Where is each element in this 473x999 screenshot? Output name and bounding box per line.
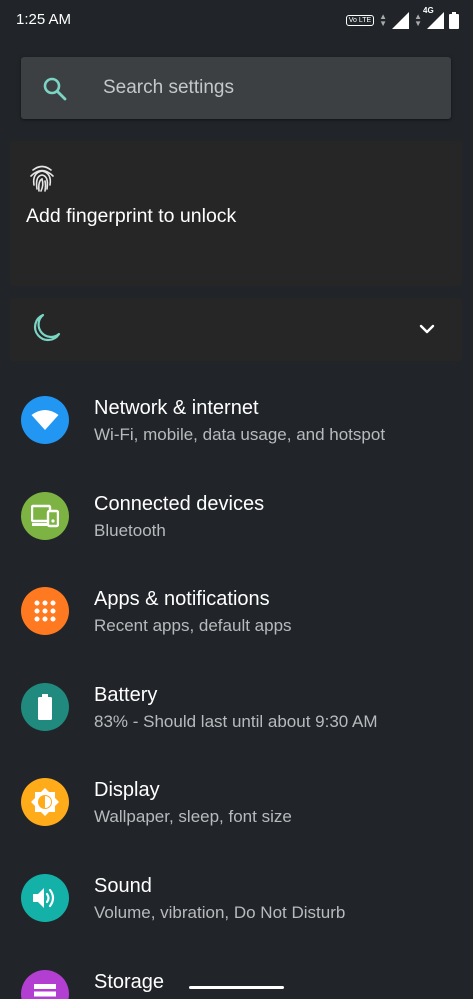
moon-icon <box>33 313 61 342</box>
settings-item-subtitle: Wallpaper, sleep, font size <box>94 807 292 827</box>
status-bar: 1:25 AM Vo LTE ▲ ▼ ▲ ▼ 4G <box>0 0 473 40</box>
volume-icon <box>21 873 69 922</box>
volte-icon: Vo LTE <box>345 14 375 26</box>
settings-item-display[interactable]: Display Wallpaper, sleep, font size <box>0 754 473 850</box>
search-input[interactable]: Search settings <box>103 77 234 99</box>
settings-item-sound[interactable]: Sound Volume, vibration, Do Not Disturb <box>0 850 473 946</box>
settings-item-title: Battery <box>94 683 158 706</box>
settings-item-title: Network & internet <box>94 397 259 419</box>
status-time: 1:25 AM <box>16 11 72 28</box>
settings-item-battery[interactable]: Battery 83% - Should last until about 9:… <box>0 659 473 755</box>
settings-item-apps[interactable]: Apps & notifications Recent apps, defaul… <box>0 563 473 659</box>
storage-icon <box>21 969 69 999</box>
status-icons: Vo LTE ▲ ▼ ▲ ▼ 4G <box>345 6 459 31</box>
settings-item-storage[interactable]: Storage <box>0 946 473 999</box>
settings-item-network[interactable]: Network & internet Wi-Fi, mobile, data u… <box>0 372 473 468</box>
fingerprint-icon <box>30 165 54 192</box>
devices-icon <box>21 491 69 540</box>
gesture-navigation-handle[interactable] <box>189 986 284 989</box>
settings-list: Network & internet Wi-Fi, mobile, data u… <box>0 372 473 999</box>
data-activity-icon-2: ▲ ▼ <box>414 12 422 28</box>
signal-icon <box>392 11 410 29</box>
signal-4g-icon: 4G <box>423 6 444 29</box>
network-type-label: 4G <box>423 5 434 15</box>
settings-item-connected-devices[interactable]: Connected devices Bluetooth <box>0 468 473 564</box>
search-icon <box>43 77 67 101</box>
settings-item-subtitle: Volume, vibration, Do Not Disturb <box>94 902 346 922</box>
settings-item-subtitle: Wi-Fi, mobile, data usage, and hotspot <box>94 425 386 444</box>
battery-status-icon <box>449 11 459 29</box>
settings-item-subtitle: Recent apps, default apps <box>94 616 292 636</box>
data-activity-icon: ▲ ▼ <box>379 12 388 28</box>
settings-item-title: Storage <box>94 970 165 993</box>
settings-item-title: Sound <box>94 874 152 897</box>
apps-icon <box>21 587 69 636</box>
settings-item-subtitle: 83% - Should last until about 9:30 AM <box>94 711 378 731</box>
fingerprint-suggestion-label: Add fingerprint to unlock <box>26 205 237 227</box>
settings-item-title: Display <box>94 779 160 802</box>
fingerprint-suggestion-card[interactable]: Add fingerprint to unlock <box>10 141 462 286</box>
settings-item-title: Connected devices <box>94 492 265 515</box>
night-light-card[interactable] <box>10 298 462 361</box>
settings-item-title: Apps & notifications <box>94 588 270 611</box>
settings-item-subtitle: Bluetooth <box>94 520 166 540</box>
chevron-down-icon[interactable] <box>418 320 436 338</box>
wifi-icon <box>21 396 69 444</box>
search-bar[interactable]: Search settings <box>21 57 451 119</box>
settings-screen: 1:25 AM Vo LTE ▲ ▼ ▲ ▼ 4G Search settings <box>0 0 473 999</box>
battery-icon <box>21 682 69 731</box>
brightness-icon <box>21 778 69 827</box>
